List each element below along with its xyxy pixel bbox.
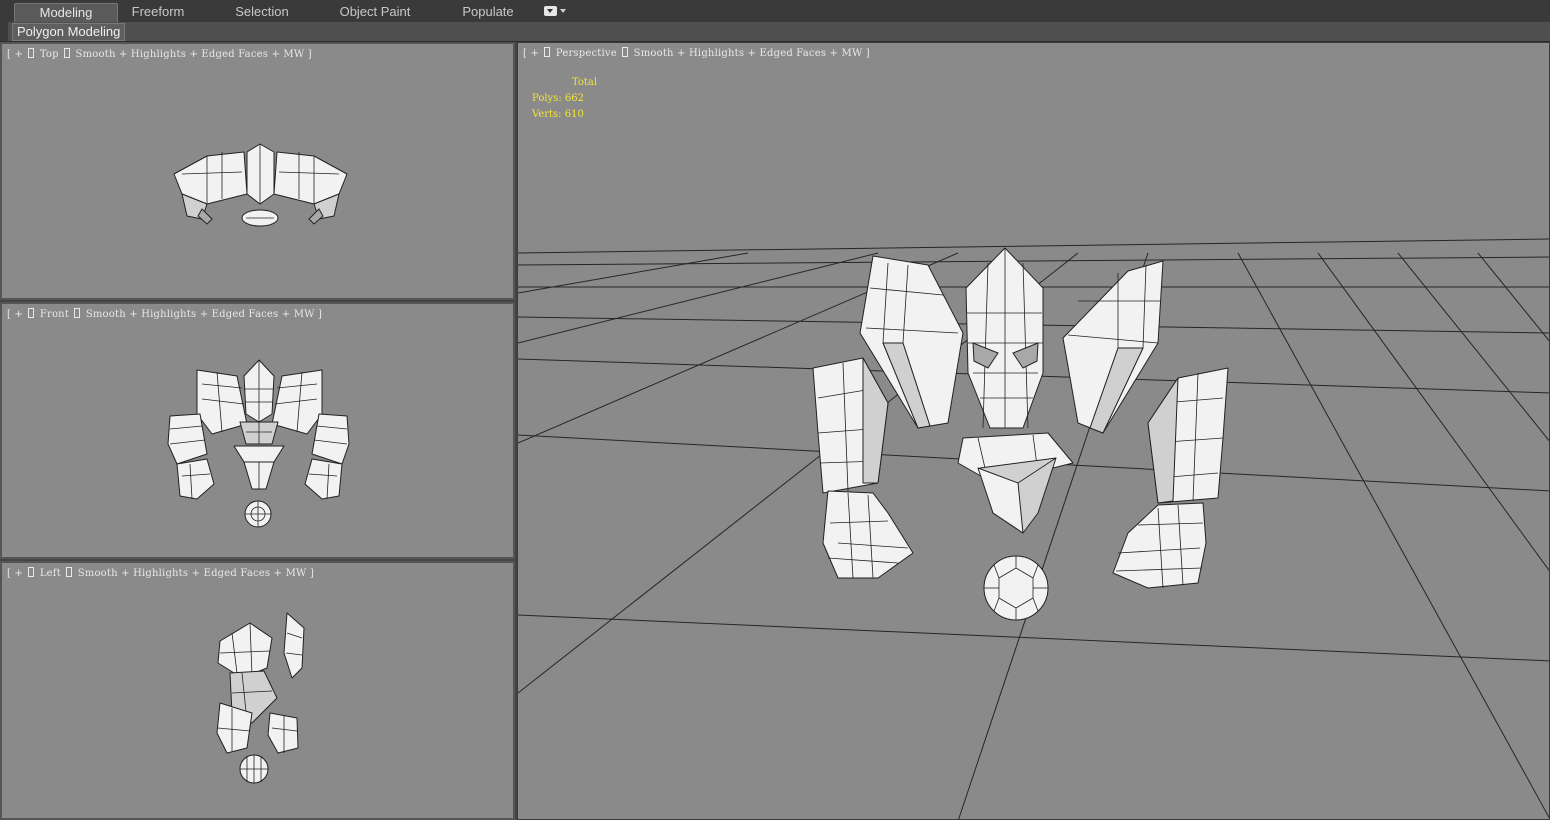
top-view-model [173, 143, 348, 227]
perspective-grid-and-model [518, 238, 1549, 819]
viewport-perspective[interactable]: [ + Perspective Smooth + Highlights + Ed… [517, 42, 1550, 820]
viewport-front[interactable]: [ + Front Smooth + Highlights + Edged Fa… [0, 302, 515, 559]
front-view-model [167, 359, 350, 528]
stats-polys-value: 662 [564, 93, 584, 104]
stats-total-label: Total [572, 77, 598, 88]
ribbon-tab-bar: Modeling Freeform Selection Object Paint… [0, 0, 1550, 23]
viewport-left[interactable]: [ + Left Smooth + Highlights + Edged Fac… [0, 561, 515, 820]
stats-verts-label: Verts: [532, 109, 562, 120]
chevron-down-icon [560, 9, 566, 13]
stats-verts-value: 610 [564, 109, 584, 120]
left-view-model [216, 612, 305, 784]
dropdown-menu-icon [544, 6, 557, 16]
ribbon-options-button[interactable] [544, 6, 566, 18]
character-model [812, 247, 1229, 621]
tab-freeform[interactable]: Freeform [118, 3, 198, 21]
polygon-modeling-panel-button[interactable]: Polygon Modeling [12, 23, 126, 41]
ribbon-panel: Polygon Modeling [0, 22, 1550, 42]
viewport-top[interactable]: [ + Top Smooth + Highlights + Edged Face… [0, 42, 515, 300]
stats-polys-label: Polys: [532, 93, 562, 104]
tab-object-paint[interactable]: Object Paint [330, 3, 420, 21]
stats-verts-row: Verts: 610 [532, 107, 597, 123]
scene-statistics: Total Polys: 662 Verts: 610 [532, 75, 597, 123]
tab-modeling[interactable]: Modeling [14, 3, 118, 22]
tab-populate[interactable]: Populate [452, 3, 524, 21]
viewport-view-name: Perspective [555, 48, 617, 59]
viewport-label-perspective[interactable]: [ + Perspective Smooth + Highlights + Ed… [523, 47, 870, 59]
viewport-shading-mode: Smooth + Highlights + Edged Faces + MW ] [633, 48, 870, 59]
tab-selection[interactable]: Selection [222, 3, 302, 21]
ribbon-collapse-handle[interactable] [0, 22, 8, 41]
stats-polys-row: Polys: 662 [532, 91, 597, 107]
